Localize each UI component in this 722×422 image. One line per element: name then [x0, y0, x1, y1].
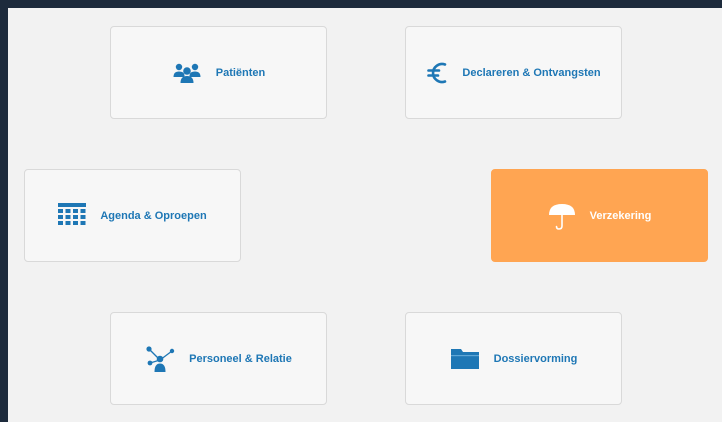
tile-patienten[interactable]: Patiënten: [110, 26, 327, 119]
tile-declareren-ontvangsten[interactable]: Declareren & Ontvangsten: [405, 26, 622, 119]
tile-personeel-relatie[interactable]: Personeel & Relatie: [110, 312, 327, 405]
tile-label: Dossiervorming: [493, 352, 578, 365]
umbrella-icon: [548, 202, 576, 230]
tile-dossiervorming[interactable]: Dossiervorming: [405, 312, 622, 405]
tile-label: Patiënten: [215, 66, 266, 79]
users-icon: [172, 62, 202, 84]
tile-verzekering[interactable]: Verzekering: [491, 169, 708, 262]
tile-label: Declareren & Ontvangsten: [462, 66, 601, 79]
tile-label: Personeel & Relatie: [189, 352, 292, 365]
network-person-icon: [145, 345, 175, 373]
tile-label: Verzekering: [589, 209, 652, 222]
euro-icon: [426, 60, 448, 86]
folder-icon: [450, 347, 480, 371]
calendar-grid-icon: [58, 202, 87, 229]
tile-label: Agenda & Oproepen: [100, 209, 207, 222]
tile-agenda-oproepen[interactable]: Agenda & Oproepen: [24, 169, 241, 262]
main-panel: Patiënten Declareren & Ontvangsten Agend…: [8, 8, 722, 422]
